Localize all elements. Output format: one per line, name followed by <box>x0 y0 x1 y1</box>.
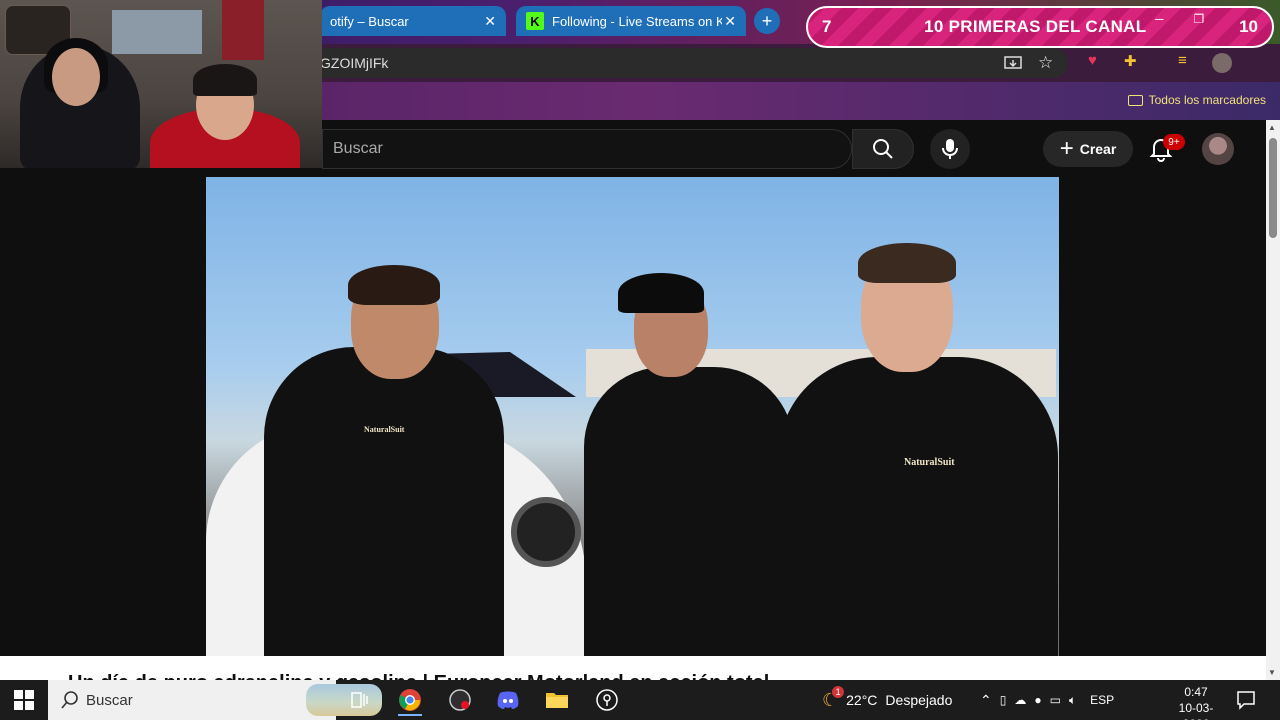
file-explorer-taskbar-button[interactable] <box>537 684 577 716</box>
person-center-cap <box>618 273 704 313</box>
tab-kick-following[interactable]: K Following - Live Streams on Kic ✕ <box>516 6 746 36</box>
notification-count-badge: 9+ <box>1163 134 1185 150</box>
tab-label: Following - Live Streams on Kic <box>552 13 722 29</box>
person-center-tshirt <box>584 367 794 656</box>
location-app-taskbar-button[interactable] <box>587 684 627 716</box>
video-info-area: Un día de puro adrenalina y gasolina | E… <box>0 656 1266 680</box>
all-bookmarks-label: Todos los marcadores <box>1148 93 1266 107</box>
onedrive-cloud-icon[interactable]: ☁ <box>1014 693 1026 707</box>
install-app-icon[interactable] <box>1004 56 1022 76</box>
kick-icon: K <box>526 12 544 30</box>
goal-current-number: 7 <box>822 17 832 36</box>
weather-moon-icon: ☾ 1 <box>822 685 845 711</box>
search-icon <box>61 691 78 709</box>
person-right-hoodie <box>778 357 1058 656</box>
person-left-hoodie <box>264 347 504 656</box>
close-icon[interactable]: ✕ <box>484 13 496 30</box>
window-controls: ─ ❐ <box>1155 12 1204 26</box>
tab-label: otify – Buscar <box>330 13 409 29</box>
notification-center-icon[interactable] <box>1236 690 1256 710</box>
minimize-button[interactable]: ─ <box>1155 12 1164 26</box>
streamer-right-hair <box>193 64 257 96</box>
clock-time: 0:47 <box>1184 685 1208 699</box>
taskbar-search-placeholder: Buscar <box>86 691 133 709</box>
search-icon <box>873 139 893 159</box>
chevron-up-icon[interactable]: ⌃ <box>980 692 992 709</box>
device-icon[interactable]: ▯ <box>1000 693 1007 707</box>
video-title: Un día de puro adrenalina y gasolina | E… <box>68 672 769 680</box>
car-wheel <box>511 497 581 567</box>
url-text: GZOIMjIFk <box>320 55 389 71</box>
create-button[interactable]: + Crear <box>1043 131 1133 167</box>
url-field[interactable]: GZOIMjIFk ☆ <box>312 48 1068 78</box>
folder-icon <box>1127 94 1143 106</box>
youtube-search-button[interactable] <box>852 129 914 169</box>
volume-icon[interactable]: 🔈︎ <box>1069 693 1076 708</box>
task-view-icon <box>351 692 368 708</box>
obs-taskbar-button[interactable] <box>440 684 480 716</box>
room-window <box>112 10 202 54</box>
hoodie-logo-right: NaturalSuit <box>904 457 955 468</box>
folder-icon <box>546 693 568 708</box>
youtube-search-input[interactable]: Buscar <box>322 129 852 169</box>
plus-icon: + <box>1059 135 1074 162</box>
create-label: Crear <box>1079 141 1117 157</box>
video-player[interactable]: NaturalSuit NaturalSuit <box>206 177 1059 656</box>
youtube-header: Buscar + Crear 9+ <box>322 120 1266 176</box>
bookmark-star-icon[interactable]: ☆ <box>1038 53 1053 73</box>
microphone-icon[interactable]: ● <box>1034 693 1041 707</box>
obs-icon <box>449 689 471 711</box>
profile-avatar-icon[interactable] <box>1212 53 1232 73</box>
discord-taskbar-button[interactable] <box>488 684 528 716</box>
tab-spotify[interactable]: otify – Buscar ✕ <box>320 6 506 36</box>
all-bookmarks-button[interactable]: Todos los marcadores <box>1127 93 1266 107</box>
media-queue-icon[interactable]: ≡ <box>1178 52 1187 69</box>
weather-temperature: 22°C <box>846 692 878 708</box>
screen: otify – Buscar ✕ K Following - Live Stre… <box>0 0 1280 720</box>
streamer-left-face <box>52 48 100 106</box>
network-icon[interactable]: ▭ <box>1050 693 1061 707</box>
scroll-down-icon[interactable]: ▼ <box>1268 668 1276 677</box>
search-placeholder: Buscar <box>333 140 383 157</box>
microphone-icon <box>942 139 958 159</box>
extension-puzzle-icon[interactable]: ✚ <box>1124 52 1137 70</box>
windows-taskbar: Buscar ☾ 1 22°C Despejado ⌃ ▯ ☁ ● ▭ 🔈︎ E… <box>0 680 1280 720</box>
task-view-button[interactable] <box>340 684 380 716</box>
weather-widget[interactable]: ☾ 1 22°C Despejado <box>822 680 952 720</box>
system-tray: ⌃ ▯ ☁ ● ▭ 🔈︎ ESP <box>980 680 1114 720</box>
restore-button[interactable]: ❐ <box>1194 12 1205 26</box>
language-indicator[interactable]: ESP <box>1090 693 1114 707</box>
taskbar-clock[interactable]: 0:47 10-03-2026 <box>1168 684 1224 720</box>
scroll-thumb[interactable] <box>1269 138 1277 238</box>
wall-flag <box>222 0 264 60</box>
goal-target-number: 10 <box>1239 17 1258 36</box>
weather-description: Despejado <box>885 692 953 708</box>
weather-alert-badge: 1 <box>832 685 845 698</box>
scroll-up-icon[interactable]: ▲ <box>1268 123 1276 132</box>
person-left-hair <box>348 265 440 305</box>
webcam-overlay <box>0 0 322 168</box>
chrome-icon <box>399 689 421 711</box>
goal-title: 10 PRIMERAS DEL CANAL <box>924 17 1147 36</box>
hoodie-logo-left: NaturalSuit <box>364 425 405 434</box>
voice-search-button[interactable] <box>930 129 970 169</box>
new-tab-button[interactable]: + <box>754 8 780 34</box>
windows-start-icon[interactable] <box>14 690 34 710</box>
page-scrollbar[interactable]: ▲ ▼ <box>1266 120 1280 680</box>
close-icon[interactable]: ✕ <box>724 13 736 30</box>
map-pin-icon <box>596 689 618 711</box>
taskbar-search-input[interactable]: Buscar <box>48 680 382 720</box>
account-avatar[interactable] <box>1202 133 1234 165</box>
chrome-taskbar-button[interactable] <box>390 684 430 716</box>
person-right-hair <box>858 243 956 283</box>
extension-heart-icon[interactable]: ♥ <box>1088 52 1097 69</box>
discord-icon <box>497 691 519 709</box>
clock-date: 10-03-2026 <box>1178 701 1214 720</box>
